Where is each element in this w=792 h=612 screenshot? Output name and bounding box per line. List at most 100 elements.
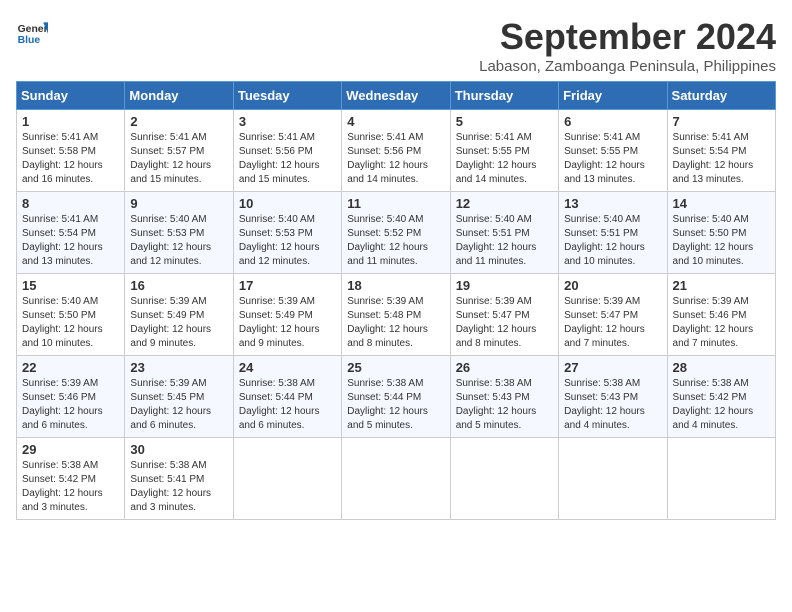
day-info: Sunrise: 5:38 AMSunset: 5:42 PMDaylight:… [673,377,770,433]
calendar-cell: 10 Sunrise: 5:40 AMSunset: 5:53 PMDayligh… [233,192,341,274]
day-number: 7 [673,114,770,129]
month-title: September 2024 [479,16,776,58]
logo-icon: General Blue [16,16,48,48]
day-info: Sunrise: 5:38 AMSunset: 5:44 PMDaylight:… [239,377,336,433]
week-row-3: 15Sunrise: 5:40 AMSunset: 5:50 PMDayligh… [17,274,776,356]
calendar-cell [450,438,558,520]
calendar-cell [559,438,667,520]
day-info: Sunrise: 5:40 AMSunset: 5:53 PMDaylight:… [130,213,227,269]
calendar-cell: 8 Sunrise: 5:41 AMSunset: 5:54 PMDaylight… [17,192,125,274]
calendar-cell: 18 Sunrise: 5:39 AMSunset: 5:48 PMDayligh… [342,274,450,356]
col-header-saturday: Saturday [667,82,775,110]
day-info: Sunrise: 5:41 AMSunset: 5:54 PMDaylight:… [22,213,119,269]
day-number: 27 [564,360,661,375]
day-number: 15 [22,278,119,293]
day-info: Sunrise: 5:39 AMSunset: 5:48 PMDaylight:… [347,295,444,351]
calendar-cell: 27 Sunrise: 5:38 AMSunset: 5:43 PMDayligh… [559,356,667,438]
calendar-cell: 14 Sunrise: 5:40 AMSunset: 5:50 PMDayligh… [667,192,775,274]
title-area: September 2024 Labason, Zamboanga Penins… [479,16,776,75]
header-row: SundayMondayTuesdayWednesdayThursdayFrid… [17,82,776,110]
week-row-1: 1Sunrise: 5:41 AMSunset: 5:58 PMDaylight… [17,110,776,192]
day-number: 21 [673,278,770,293]
day-info: Sunrise: 5:41 AMSunset: 5:57 PMDaylight:… [130,131,227,187]
day-number: 20 [564,278,661,293]
day-info: Sunrise: 5:39 AMSunset: 5:46 PMDaylight:… [22,377,119,433]
calendar-cell: 5 Sunrise: 5:41 AMSunset: 5:55 PMDaylight… [450,110,558,192]
day-info: Sunrise: 5:38 AMSunset: 5:44 PMDaylight:… [347,377,444,433]
col-header-wednesday: Wednesday [342,82,450,110]
calendar-cell: 9 Sunrise: 5:40 AMSunset: 5:53 PMDaylight… [125,192,233,274]
col-header-sunday: Sunday [17,82,125,110]
day-number: 14 [673,196,770,211]
day-info: Sunrise: 5:38 AMSunset: 5:42 PMDaylight:… [22,459,119,515]
day-number: 10 [239,196,336,211]
calendar-cell: 15Sunrise: 5:40 AMSunset: 5:50 PMDayligh… [17,274,125,356]
day-info: Sunrise: 5:41 AMSunset: 5:56 PMDaylight:… [347,131,444,187]
day-info: Sunrise: 5:40 AMSunset: 5:51 PMDaylight:… [456,213,553,269]
calendar-cell: 25 Sunrise: 5:38 AMSunset: 5:44 PMDayligh… [342,356,450,438]
day-number: 6 [564,114,661,129]
col-header-tuesday: Tuesday [233,82,341,110]
day-info: Sunrise: 5:41 AMSunset: 5:56 PMDaylight:… [239,131,336,187]
calendar-cell: 26 Sunrise: 5:38 AMSunset: 5:43 PMDayligh… [450,356,558,438]
col-header-monday: Monday [125,82,233,110]
day-number: 24 [239,360,336,375]
location-subtitle: Labason, Zamboanga Peninsula, Philippine… [479,58,776,75]
day-info: Sunrise: 5:38 AMSunset: 5:43 PMDaylight:… [564,377,661,433]
page-header: General Blue September 2024 Labason, Zam… [16,16,776,75]
day-number: 5 [456,114,553,129]
day-number: 23 [130,360,227,375]
calendar-cell: 2 Sunrise: 5:41 AMSunset: 5:57 PMDaylight… [125,110,233,192]
day-number: 19 [456,278,553,293]
calendar-cell: 29 Sunrise: 5:38 AMSunset: 5:42 PMDayligh… [17,438,125,520]
day-number: 4 [347,114,444,129]
day-number: 2 [130,114,227,129]
calendar-cell: 22 Sunrise: 5:39 AMSunset: 5:46 PMDayligh… [17,356,125,438]
day-number: 16 [130,278,227,293]
week-row-4: 22 Sunrise: 5:39 AMSunset: 5:46 PMDayligh… [17,356,776,438]
day-number: 25 [347,360,444,375]
day-number: 13 [564,196,661,211]
day-number: 9 [130,196,227,211]
day-number: 29 [22,442,119,457]
day-info: Sunrise: 5:39 AMSunset: 5:47 PMDaylight:… [456,295,553,351]
col-header-thursday: Thursday [450,82,558,110]
calendar-cell: 1Sunrise: 5:41 AMSunset: 5:58 PMDaylight… [17,110,125,192]
day-info: Sunrise: 5:40 AMSunset: 5:50 PMDaylight:… [673,213,770,269]
calendar-cell [233,438,341,520]
calendar-cell: 16Sunrise: 5:39 AMSunset: 5:49 PMDayligh… [125,274,233,356]
calendar-cell: 19 Sunrise: 5:39 AMSunset: 5:47 PMDayligh… [450,274,558,356]
svg-text:Blue: Blue [18,35,41,46]
calendar-cell: 20 Sunrise: 5:39 AMSunset: 5:47 PMDayligh… [559,274,667,356]
day-number: 18 [347,278,444,293]
col-header-friday: Friday [559,82,667,110]
day-info: Sunrise: 5:38 AMSunset: 5:43 PMDaylight:… [456,377,553,433]
day-info: Sunrise: 5:39 AMSunset: 5:45 PMDaylight:… [130,377,227,433]
day-number: 8 [22,196,119,211]
calendar-cell: 11Sunrise: 5:40 AMSunset: 5:52 PMDayligh… [342,192,450,274]
day-info: Sunrise: 5:39 AMSunset: 5:49 PMDaylight:… [239,295,336,351]
day-number: 22 [22,360,119,375]
calendar-cell: 4 Sunrise: 5:41 AMSunset: 5:56 PMDaylight… [342,110,450,192]
day-number: 3 [239,114,336,129]
day-info: Sunrise: 5:39 AMSunset: 5:47 PMDaylight:… [564,295,661,351]
day-info: Sunrise: 5:39 AMSunset: 5:46 PMDaylight:… [673,295,770,351]
logo: General Blue [16,16,48,48]
day-info: Sunrise: 5:41 AMSunset: 5:54 PMDaylight:… [673,131,770,187]
calendar-cell [342,438,450,520]
day-number: 11 [347,196,444,211]
day-info: Sunrise: 5:40 AMSunset: 5:53 PMDaylight:… [239,213,336,269]
day-number: 26 [456,360,553,375]
calendar-cell: 21 Sunrise: 5:39 AMSunset: 5:46 PMDayligh… [667,274,775,356]
calendar-table: SundayMondayTuesdayWednesdayThursdayFrid… [16,81,776,520]
day-info: Sunrise: 5:41 AMSunset: 5:58 PMDaylight:… [22,131,119,187]
day-info: Sunrise: 5:41 AMSunset: 5:55 PMDaylight:… [564,131,661,187]
calendar-cell: 24 Sunrise: 5:38 AMSunset: 5:44 PMDayligh… [233,356,341,438]
calendar-cell [667,438,775,520]
day-number: 12 [456,196,553,211]
calendar-cell: 17Sunrise: 5:39 AMSunset: 5:49 PMDayligh… [233,274,341,356]
day-number: 30 [130,442,227,457]
calendar-cell: 12 Sunrise: 5:40 AMSunset: 5:51 PMDayligh… [450,192,558,274]
calendar-cell: 6 Sunrise: 5:41 AMSunset: 5:55 PMDaylight… [559,110,667,192]
day-info: Sunrise: 5:41 AMSunset: 5:55 PMDaylight:… [456,131,553,187]
